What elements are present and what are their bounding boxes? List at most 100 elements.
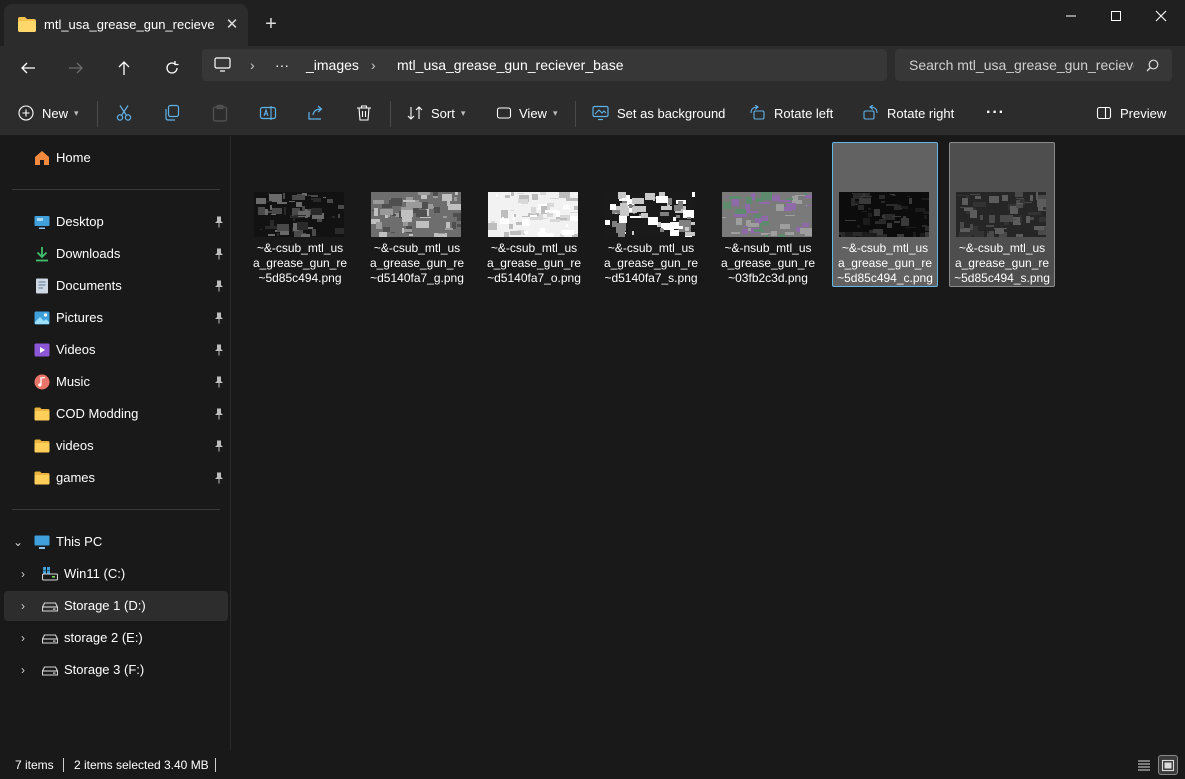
rename-button[interactable]	[259, 90, 277, 136]
maximize-button[interactable]	[1093, 0, 1139, 32]
command-bar: New ▾ Sort ▾ View ▾ Set as background Ro…	[0, 90, 1185, 136]
sidebar-item-pictures[interactable]: Pictures	[4, 303, 228, 333]
scissors-icon	[116, 105, 132, 121]
file-thumbnail	[722, 192, 812, 237]
selection-count: 2 items selected	[74, 758, 161, 772]
forward-button[interactable]	[60, 52, 92, 84]
file-name: ~&-csub_mtl_us a_grease_gun_re ~5d85c494.p…	[250, 241, 350, 286]
sidebar-item-cod-modding[interactable]: COD Modding	[4, 399, 228, 429]
close-icon	[1155, 10, 1167, 22]
trash-icon	[357, 105, 371, 121]
refresh-button[interactable]	[156, 52, 188, 84]
pin-icon	[215, 280, 223, 292]
sidebar-item-games[interactable]: games	[4, 463, 228, 493]
new-button[interactable]: New ▾	[18, 90, 79, 136]
new-label: New	[42, 105, 69, 121]
file-name-line: ~d5140fa7_o.png	[487, 271, 581, 285]
delete-button[interactable]	[355, 90, 373, 136]
file-item[interactable]: ~&-nsub_mtl_us a_grease_gun_re ~03fb2c3d.p…	[715, 142, 821, 287]
close-window-button[interactable]	[1138, 0, 1184, 32]
back-button[interactable]	[12, 52, 44, 84]
large-icons-view-button[interactable]	[1158, 755, 1178, 775]
file-item[interactable]: ~&-csub_mtl_us a_grease_gun_re ~d5140fa7_g…	[364, 142, 470, 287]
file-name-line: ~&-csub_mtl_us	[256, 241, 344, 255]
sort-label: Sort	[431, 105, 455, 121]
preview-button[interactable]: Preview	[1096, 90, 1166, 136]
divider	[97, 101, 98, 127]
file-item[interactable]: ~&-csub_mtl_us a_grease_gun_re ~5d85c494_s…	[949, 142, 1055, 287]
pin-icon	[215, 440, 223, 452]
file-name-line: ~5d85c494.png	[258, 271, 342, 285]
set-as-background-button[interactable]: Set as background	[592, 90, 725, 136]
search-icon	[1146, 59, 1159, 72]
sort-button[interactable]: Sort ▾	[407, 90, 465, 136]
breadcrumb-current-folder[interactable]: mtl_usa_grease_gun_reciever_base	[397, 57, 623, 73]
pin-icon	[215, 216, 223, 228]
sidebar-item-drive[interactable]: › Storage 3 (F:)	[4, 655, 228, 685]
file-thumbnail	[254, 192, 344, 237]
sidebar-item-downloads[interactable]: Downloads	[4, 239, 228, 269]
file-name-line: ~&-csub_mtl_us	[373, 241, 461, 255]
file-item[interactable]: ~&-csub_mtl_us a_grease_gun_re ~5d85c494_c…	[832, 142, 938, 287]
rotate-right-button[interactable]: Rotate right	[862, 90, 954, 136]
file-item[interactable]: ~&-csub_mtl_us a_grease_gun_re ~5d85c494.p…	[247, 142, 353, 287]
sidebar-item-this-pc[interactable]: ⌄ This PC	[4, 527, 228, 557]
sidebar-item-drive[interactable]: › storage 2 (E:)	[4, 623, 228, 653]
sidebar-item-music[interactable]: Music	[4, 367, 228, 397]
sidebar-item-drive[interactable]: › Win11 (C:)	[4, 559, 228, 589]
pin-icon	[215, 472, 223, 484]
file-thumbnail	[605, 192, 695, 237]
paste-button[interactable]	[211, 90, 229, 136]
file-item[interactable]: ~&-csub_mtl_us a_grease_gun_re ~d5140fa7_o…	[481, 142, 587, 287]
new-tab-button[interactable]: +	[260, 14, 282, 36]
chevron-down-icon: ⌄	[13, 535, 24, 549]
chevron-right-icon: ›	[21, 631, 25, 645]
file-view[interactable]: ~&-csub_mtl_us a_grease_gun_re ~5d85c494.p…	[232, 136, 1185, 750]
sidebar-item-label: Documents	[56, 278, 122, 293]
drive-icon	[42, 634, 58, 644]
tab-close-button[interactable]: ✕	[222, 15, 242, 35]
minimize-icon	[1066, 15, 1076, 17]
address-row: › ··· _images › mtl_usa_grease_gun_recie…	[0, 46, 1185, 90]
rename-icon	[259, 106, 277, 120]
computer-icon	[34, 535, 50, 549]
file-name-line: ~d5140fa7_s.png	[604, 271, 698, 285]
clipboard-icon	[212, 104, 228, 122]
sidebar-item-videos[interactable]: Videos	[4, 335, 228, 365]
pictures-icon	[34, 311, 50, 325]
maximize-icon	[1111, 11, 1121, 21]
computer-icon	[214, 57, 231, 72]
sidebar-item-home[interactable]: Home	[4, 143, 228, 173]
pin-icon	[215, 344, 223, 356]
file-name-line: ~d5140fa7_g.png	[370, 271, 464, 285]
folder-icon	[34, 407, 50, 421]
copy-button[interactable]	[163, 90, 181, 136]
file-name: ~&-csub_mtl_us a_grease_gun_re ~d5140fa7_g…	[367, 241, 467, 286]
rotate-left-button[interactable]: Rotate left	[749, 90, 833, 136]
sidebar-item-videos[interactable]: videos	[4, 431, 228, 461]
file-name-line: a_grease_gun_re	[369, 256, 465, 270]
sidebar-item-drive[interactable]: › Storage 1 (D:)	[4, 591, 228, 621]
sidebar-item-label: Home	[56, 150, 91, 165]
more-options-button[interactable]: ···	[986, 90, 1005, 136]
address-bar[interactable]: › ··· _images › mtl_usa_grease_gun_recie…	[202, 49, 887, 81]
arrow-up-icon	[118, 61, 130, 75]
details-view-button[interactable]	[1134, 755, 1154, 775]
share-button[interactable]	[307, 90, 325, 136]
breadcrumb-more[interactable]: ···	[275, 57, 289, 73]
folder-icon	[34, 439, 50, 453]
breadcrumb-images[interactable]: _images	[306, 57, 359, 73]
search-input[interactable]: Search mtl_usa_grease_gun_recieve	[909, 57, 1134, 73]
file-item[interactable]: ~&-csub_mtl_us a_grease_gun_re ~d5140fa7_s…	[598, 142, 704, 287]
up-button[interactable]	[108, 52, 140, 84]
minimize-button[interactable]	[1048, 0, 1094, 32]
download-icon	[36, 247, 48, 262]
share-icon	[308, 105, 323, 120]
view-button[interactable]: View ▾	[496, 90, 557, 136]
cut-button[interactable]	[115, 90, 133, 136]
sidebar-item-documents[interactable]: Documents	[4, 271, 228, 301]
search-box[interactable]: Search mtl_usa_grease_gun_recieve	[895, 49, 1172, 81]
chevron-down-icon: ▾	[552, 107, 558, 118]
tab-active[interactable]: mtl_usa_grease_gun_reciever_ ✕	[4, 4, 248, 46]
sidebar-item-desktop[interactable]: Desktop	[4, 207, 228, 237]
